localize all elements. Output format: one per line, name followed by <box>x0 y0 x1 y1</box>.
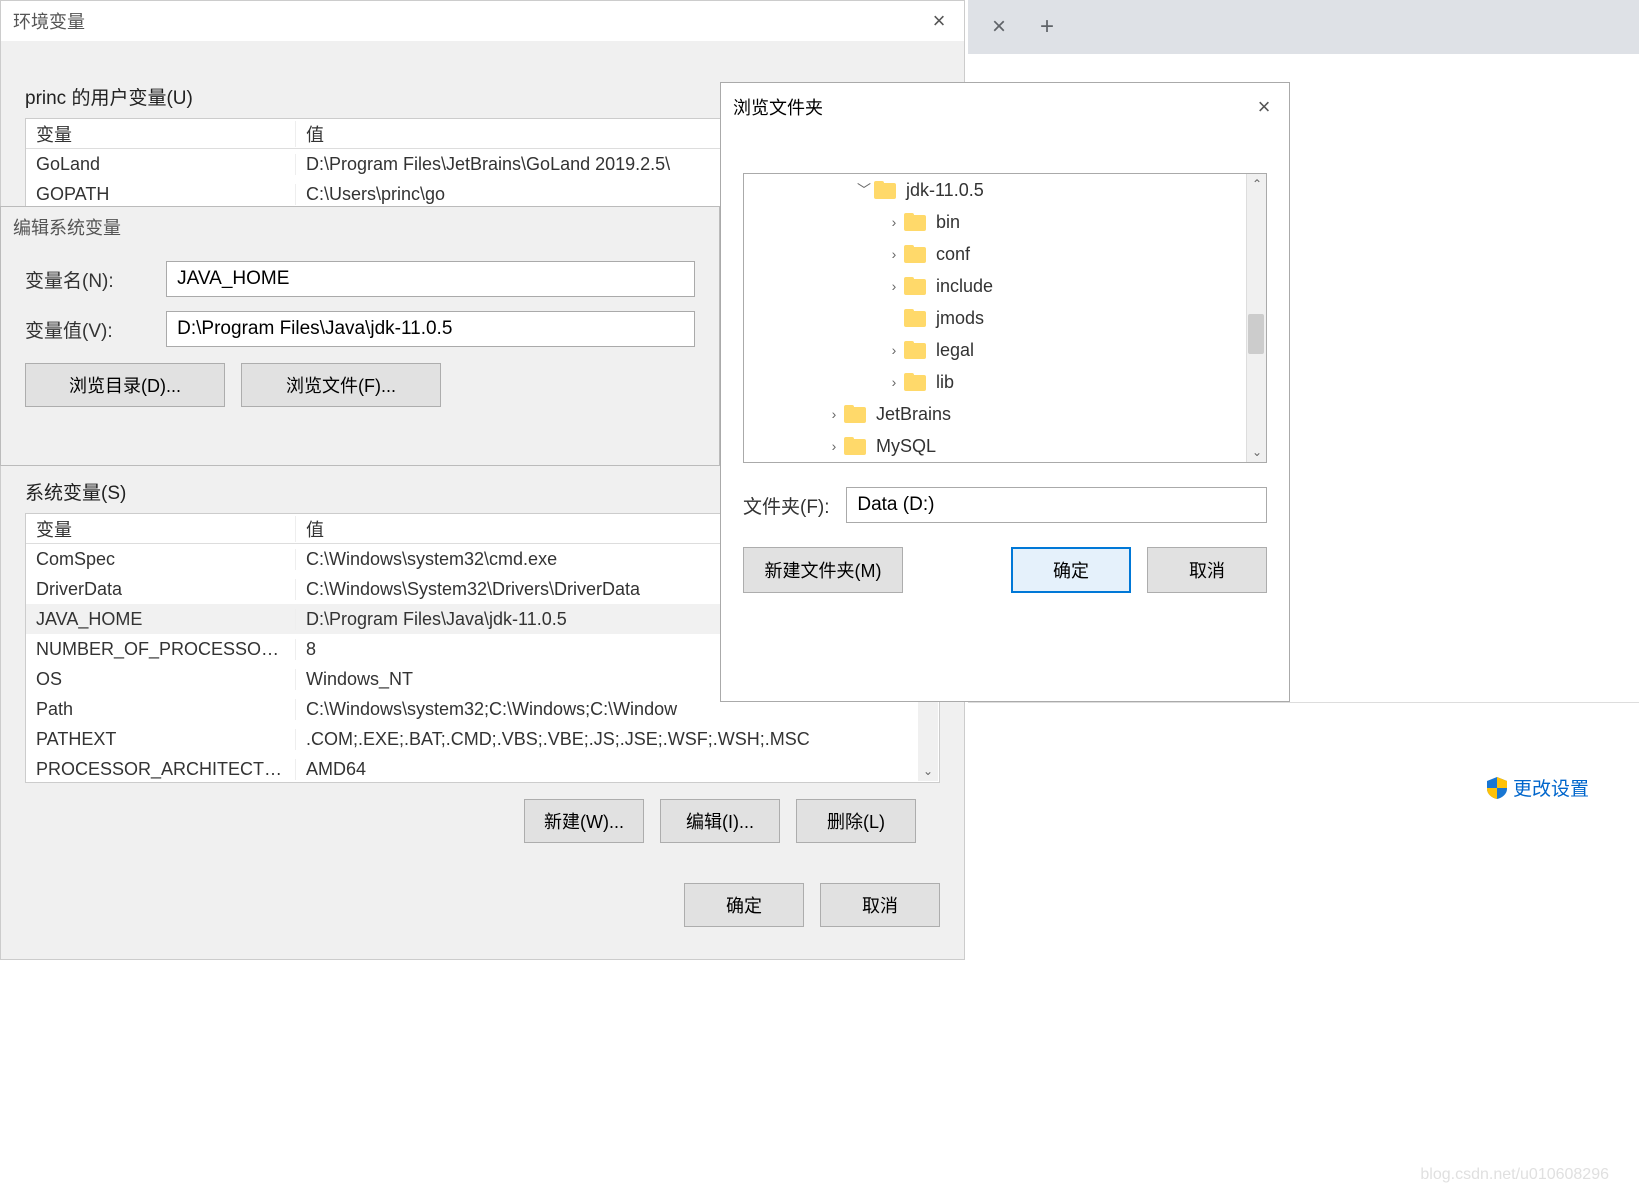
expand-icon[interactable]: › <box>884 342 904 358</box>
tree-item[interactable]: › JetBrains <box>744 398 1266 430</box>
cancel-button[interactable]: 取消 <box>820 883 940 927</box>
env-title: 环境变量 <box>13 8 85 34</box>
folder-tree[interactable]: ﹀jdk-11.0.5›bin›conf›includejmods›legal›… <box>743 173 1267 463</box>
cell-name: OS <box>26 669 296 690</box>
tab-close-icon[interactable]: × <box>984 13 1014 41</box>
browse-folder-window: 浏览文件夹 × ﹀jdk-11.0.5›bin›conf›includejmod… <box>720 82 1290 702</box>
expand-icon[interactable]: › <box>824 406 844 422</box>
folder-icon <box>844 437 866 455</box>
tree-item-label: legal <box>936 340 974 361</box>
tree-item[interactable]: › legal <box>744 334 1266 366</box>
edit-button[interactable]: 编辑(I)... <box>660 799 780 843</box>
folder-icon <box>844 405 866 423</box>
tree-item-label: include <box>936 276 993 297</box>
folder-icon <box>904 277 926 295</box>
tab-new-icon[interactable]: + <box>1032 13 1062 41</box>
tree-item[interactable]: › MySQL <box>744 430 1266 462</box>
tree-item[interactable]: › bin <box>744 206 1266 238</box>
var-value-label: 变量值(V): <box>25 316 150 343</box>
tree-item-label: MySQL <box>876 436 936 457</box>
cell-name: Path <box>26 699 296 720</box>
folder-icon <box>904 373 926 391</box>
close-icon[interactable]: × <box>914 1 964 41</box>
cell-name: GoLand <box>26 154 296 175</box>
tree-item[interactable]: › conf <box>744 238 1266 270</box>
folder-icon <box>904 213 926 231</box>
expand-icon[interactable]: › <box>884 214 904 230</box>
var-name-input[interactable] <box>166 261 695 297</box>
tree-item-label: jdk-11.0.5 <box>906 180 984 201</box>
browse-file-button[interactable]: 浏览文件(F)... <box>241 363 441 407</box>
folder-icon <box>904 245 926 263</box>
cell-value: .COM;.EXE;.BAT;.CMD;.VBS;.VBE;.JS;.JSE;.… <box>296 729 939 750</box>
var-name-label: 变量名(N): <box>25 266 150 293</box>
change-settings-label: 更改设置 <box>1513 774 1589 801</box>
col-name[interactable]: 变量 <box>26 121 296 147</box>
scroll-thumb[interactable] <box>1248 314 1264 354</box>
expand-icon[interactable]: › <box>884 278 904 294</box>
new-button[interactable]: 新建(W)... <box>524 799 644 843</box>
edit-titlebar: 编辑系统变量 <box>1 207 719 247</box>
cell-name: DriverData <box>26 579 296 600</box>
folder-icon <box>904 341 926 359</box>
ok-button[interactable]: 确定 <box>1011 547 1131 593</box>
scrollbar[interactable]: ⌃ ⌄ <box>1246 174 1266 462</box>
edit-title: 编辑系统变量 <box>13 214 121 240</box>
watermark: blog.csdn.net/u010608296 <box>1420 1166 1609 1184</box>
edit-sys-var-window: 编辑系统变量 变量名(N): 变量值(V): 浏览目录(D)... 浏览文件(F… <box>0 206 720 466</box>
tree-item-label: conf <box>936 244 970 265</box>
cell-value: AMD64 <box>296 759 939 780</box>
col-name[interactable]: 变量 <box>26 516 296 542</box>
ok-button[interactable]: 确定 <box>684 883 804 927</box>
tree-item[interactable]: jmods <box>744 302 1266 334</box>
cell-name: NUMBER_OF_PROCESSORS <box>26 639 296 660</box>
browse-title: 浏览文件夹 <box>733 94 823 120</box>
expand-icon[interactable]: › <box>884 246 904 262</box>
tree-item[interactable]: › lib <box>744 366 1266 398</box>
shield-icon <box>1487 777 1507 799</box>
folder-field-label: 文件夹(F): <box>743 492 830 519</box>
browse-dir-button[interactable]: 浏览目录(D)... <box>25 363 225 407</box>
cell-name: PROCESSOR_ARCHITECTU... <box>26 759 296 780</box>
tree-item-label: bin <box>936 212 960 233</box>
table-row[interactable]: PATHEXT.COM;.EXE;.BAT;.CMD;.VBS;.VBE;.JS… <box>26 724 939 754</box>
new-folder-button[interactable]: 新建文件夹(M) <box>743 547 903 593</box>
delete-button[interactable]: 删除(L) <box>796 799 916 843</box>
expand-icon[interactable]: ﹀ <box>854 180 874 200</box>
cell-name: ComSpec <box>26 549 296 570</box>
browser-tabbar: × + <box>968 0 1639 54</box>
folder-icon <box>904 309 926 327</box>
expand-icon[interactable]: › <box>884 374 904 390</box>
tree-item[interactable]: › include <box>744 270 1266 302</box>
change-settings-link[interactable]: 更改设置 <box>1487 774 1589 801</box>
folder-field-input[interactable] <box>846 487 1267 523</box>
tree-item-label: jmods <box>936 308 984 329</box>
scroll-up-icon[interactable]: ⌃ <box>1247 174 1267 194</box>
expand-icon[interactable]: › <box>824 438 844 454</box>
env-titlebar: 环境变量 × <box>1 1 964 41</box>
tree-item[interactable]: ﹀ jdk-11.0.5 <box>744 174 1266 206</box>
cell-name: GOPATH <box>26 184 296 205</box>
scroll-down-icon[interactable]: ⌄ <box>1247 442 1267 462</box>
cell-name: JAVA_HOME <box>26 609 296 630</box>
scroll-down-icon[interactable]: ⌄ <box>918 761 938 781</box>
tree-item-label: JetBrains <box>876 404 951 425</box>
table-row[interactable]: PROCESSOR_ARCHITECTU...AMD64 <box>26 754 939 784</box>
cell-name: PATHEXT <box>26 729 296 750</box>
folder-icon <box>874 181 896 199</box>
tree-item-label: lib <box>936 372 954 393</box>
cancel-button[interactable]: 取消 <box>1147 547 1267 593</box>
browse-titlebar: 浏览文件夹 × <box>721 83 1289 131</box>
var-value-input[interactable] <box>166 311 695 347</box>
close-icon[interactable]: × <box>1239 87 1289 127</box>
